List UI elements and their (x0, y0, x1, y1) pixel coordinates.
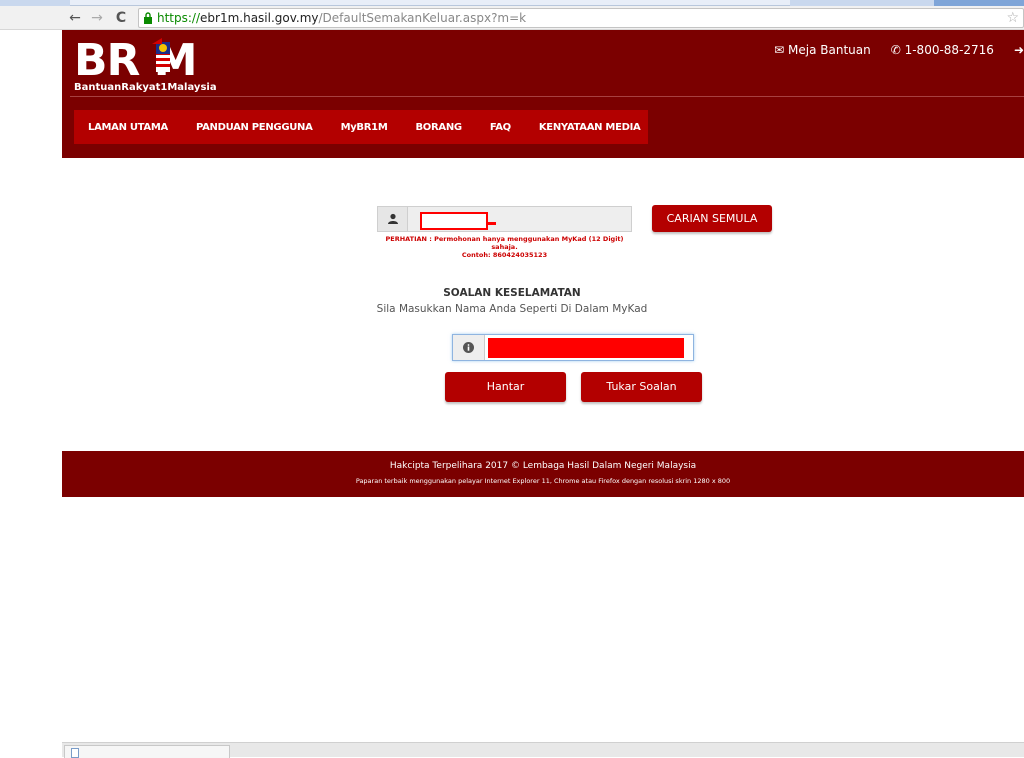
hantar-button[interactable]: Hantar (445, 372, 566, 402)
info-icon (453, 335, 485, 360)
bookmark-star-icon[interactable]: ☆ (1006, 9, 1019, 27)
download-bar (62, 742, 1024, 758)
nav-item-kenyataan-media[interactable]: KENYATAAN MEDIA (525, 122, 655, 133)
flag-one-icon (152, 38, 170, 72)
user-icon (378, 207, 408, 231)
logo-text: BR M (74, 35, 198, 86)
security-question-text: Sila Masukkan Nama Anda Seperti Di Dalam… (376, 303, 648, 315)
mykad-search-group (377, 206, 632, 232)
header-links: ✉ Meja Bantuan ✆ 1-800-88-2716 ➜ (774, 40, 1024, 60)
url-scheme: https:// (157, 11, 201, 25)
help-desk-link[interactable]: ✉ Meja Bantuan (774, 43, 871, 57)
redaction-box (488, 338, 684, 358)
browser-toolbar: ← → C https://ebr1m.hasil.gov.my/Default… (0, 6, 1024, 30)
phone-icon: ✆ (890, 43, 905, 57)
phone-link[interactable]: ✆ 1-800-88-2716 (891, 43, 994, 57)
mykad-warning: PERHATIAN : Permohonan hanya menggunakan… (385, 235, 624, 259)
site-footer: Hakcipta Terpelihara 2017 © Lembaga Hasi… (62, 451, 1024, 497)
carian-semula-button[interactable]: CARIAN SEMULA (652, 205, 772, 232)
logo-subtitle: BantuanRakyat1Malaysia (74, 82, 217, 93)
header-divider (70, 96, 1024, 97)
main-nav: LAMAN UTAMA PANDUAN PENGGUNA MyBR1M BORA… (74, 110, 648, 144)
url-host: ebr1m.hasil.gov.my (200, 11, 319, 25)
address-bar[interactable]: https://ebr1m.hasil.gov.my/DefaultSemaka… (138, 8, 1024, 28)
nav-item-mybr1m[interactable]: MyBR1M (327, 122, 402, 133)
br1m-logo[interactable]: BR M BantuanRakyat1Malaysia (74, 36, 234, 94)
tukar-soalan-button[interactable]: Tukar Soalan (581, 372, 702, 402)
mail-icon: ✉ (774, 43, 789, 57)
nav-item-borang[interactable]: BORANG (401, 122, 475, 133)
site-header: BR M BantuanRakyat1Malaysia ✉ Meja Bantu… (62, 30, 1024, 158)
login-icon[interactable]: ➜ (1014, 43, 1024, 57)
lock-icon (144, 12, 152, 24)
redaction-box (420, 212, 488, 230)
back-icon[interactable]: ← (66, 9, 84, 27)
forward-icon[interactable]: → (88, 9, 106, 27)
redaction-mark (486, 222, 496, 225)
nav-item-panduan-pengguna[interactable]: PANDUAN PENGGUNA (182, 122, 327, 133)
nav-item-faq[interactable]: FAQ (476, 122, 525, 133)
security-question-title: SOALAN KESELAMATAN (443, 287, 581, 299)
nav-item-laman-utama[interactable]: LAMAN UTAMA (74, 122, 182, 133)
footer-browser-note: Paparan terbaik menggunakan pelayar Inte… (355, 477, 731, 485)
url-path: /DefaultSemakanKeluar.aspx?m=k (318, 11, 527, 25)
reload-icon[interactable]: C (112, 9, 130, 27)
download-item[interactable] (64, 745, 230, 758)
footer-copyright: Hakcipta Terpelihara 2017 © Lembaga Hasi… (389, 461, 697, 471)
